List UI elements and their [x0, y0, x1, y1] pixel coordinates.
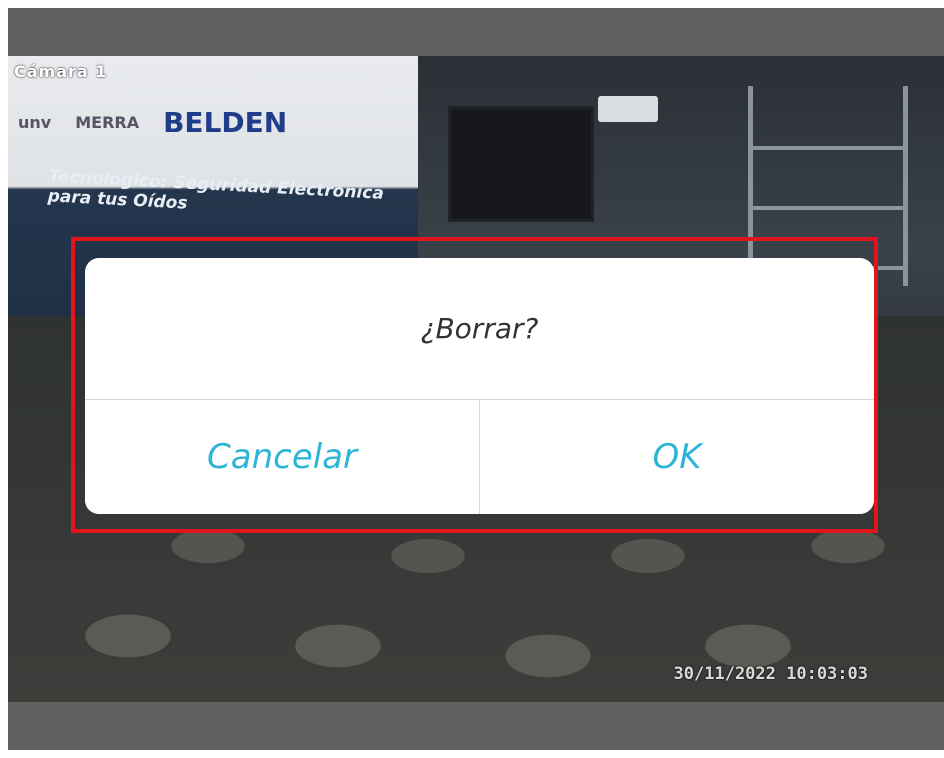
camera-timestamp: 30/11/2022 10:03:03 [673, 664, 868, 684]
delete-confirm-dialog: ¿Borrar? Cancelar OK [85, 258, 874, 514]
banner-logos: unv MERRA BELDEN [18, 106, 398, 139]
camera-label: Cámara 1 [14, 62, 108, 81]
background-lamp [598, 96, 658, 122]
background-monitor [448, 106, 594, 222]
cancel-button[interactable]: Cancelar [85, 400, 479, 514]
dialog-title: ¿Borrar? [420, 312, 539, 345]
unv-logo: unv [18, 113, 52, 132]
belden-logo: BELDEN [163, 106, 288, 139]
ok-button[interactable]: OK [480, 400, 874, 514]
merra-logo: MERRA [75, 113, 140, 132]
banner-headline: Tecnológico: Seguridad Electrónica para … [47, 166, 385, 214]
